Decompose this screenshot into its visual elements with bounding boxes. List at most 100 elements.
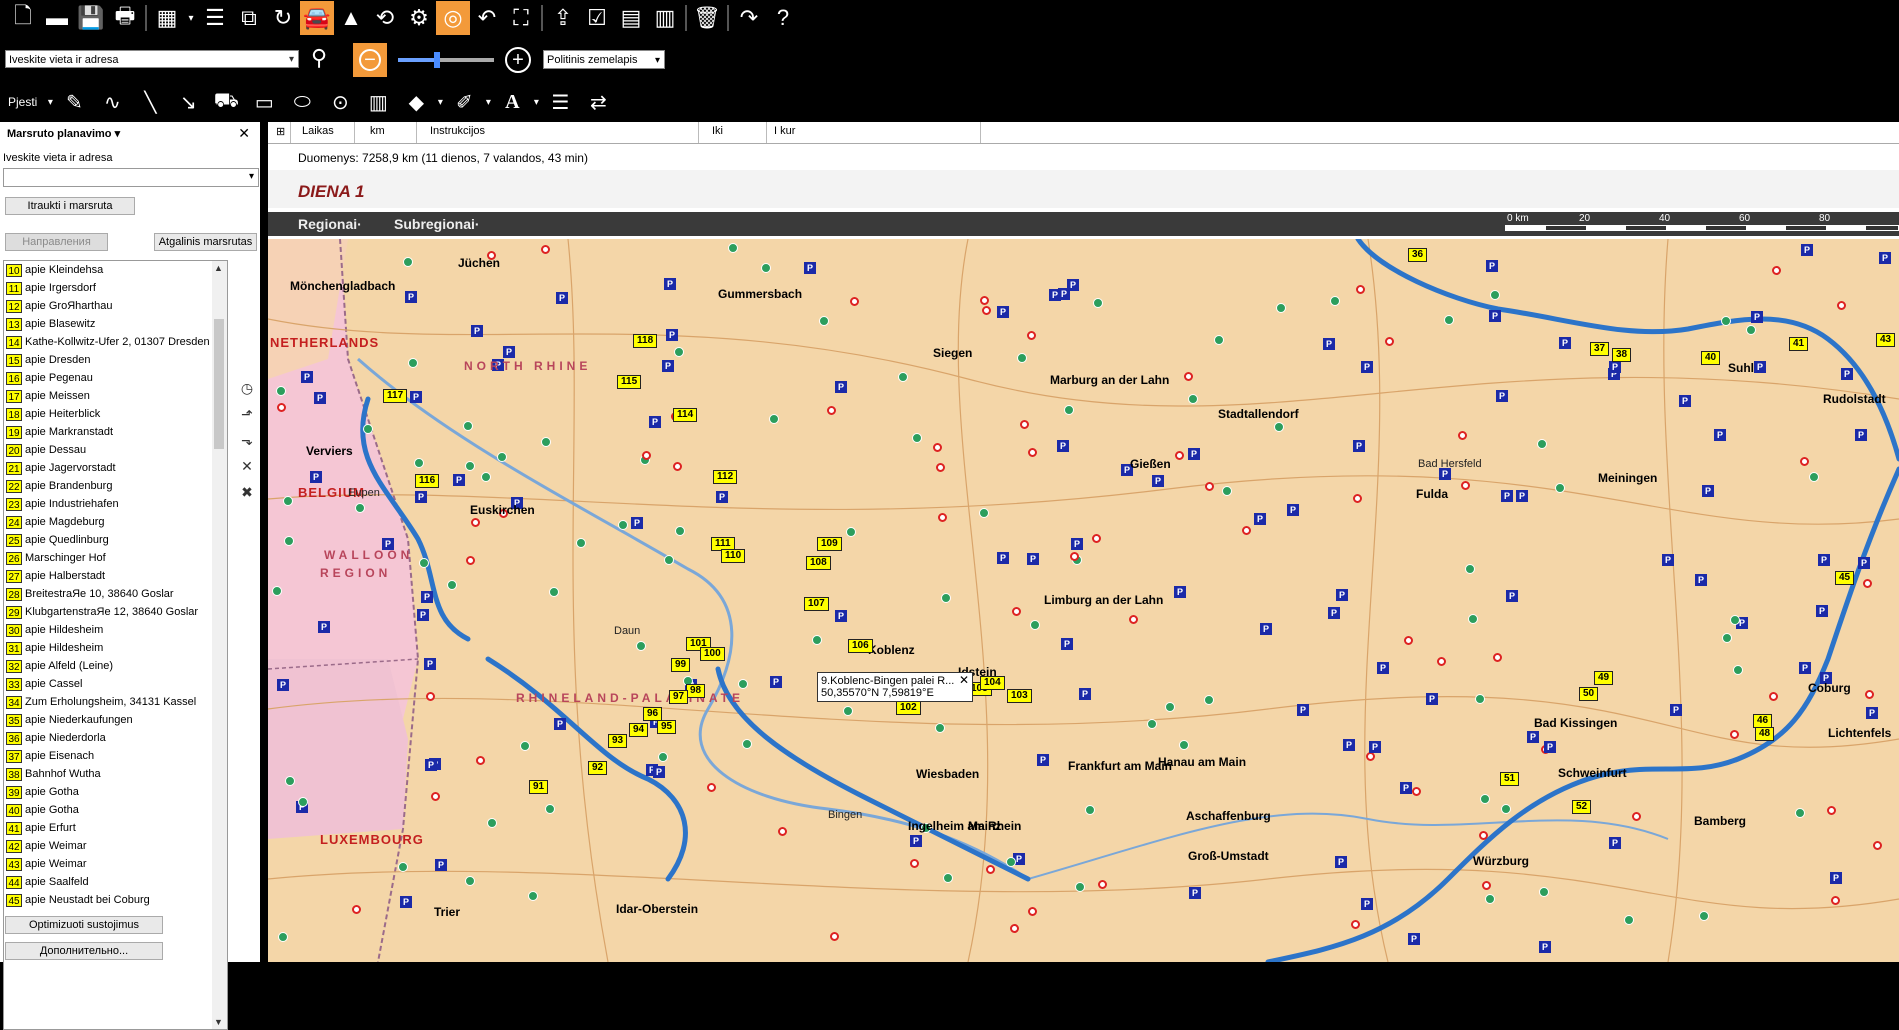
optimize-stops-button[interactable]: Optimizuoti sustojimus [5,916,163,934]
address-input[interactable]: ▾ [3,168,259,187]
barcode-icon[interactable]: ▥ [359,84,397,120]
chevron-down-icon[interactable]: ▾ [184,1,198,35]
route-marker[interactable]: 115 [617,375,642,389]
new-file-icon[interactable]: 🗋 [6,1,40,35]
delete-icon[interactable]: ✕ [236,458,258,484]
line-width-icon[interactable]: ☰ [541,84,579,120]
stop-item[interactable]: 39 apie Gotha [4,783,227,801]
route-marker[interactable]: 99 [671,658,691,672]
chevron-down-icon[interactable]: ▾ [435,84,445,120]
stop-item[interactable]: 29 KlubgartenstraЯe 12, 38640 Goslar [4,603,227,621]
search-input[interactable]: Iveskite vieta ir adresa ▾ [5,50,299,68]
route-marker[interactable]: 108 [806,556,831,570]
route-marker[interactable]: 104 [980,676,1005,690]
route-marker[interactable]: 51 [1500,772,1520,786]
stop-item[interactable]: 10 apie Kleindehsa [4,261,227,279]
open-folder-icon[interactable]: ▬ [40,1,74,35]
route-marker[interactable]: 41 [1789,337,1809,351]
zoom-in-button[interactable]: + [505,47,531,73]
stop-item[interactable]: 25 apie Quedlinburg [4,531,227,549]
route-marker[interactable]: 97 [669,690,689,704]
menu-list-icon[interactable]: ☰ [198,1,232,35]
route-marker[interactable]: 38 [1612,348,1632,362]
document-icon[interactable]: ▥ [648,1,682,35]
stop-item[interactable]: 11 apie Irgersdorf [4,279,227,297]
map-popup[interactable]: 9.Koblenc-Bingen palei R... 50,35570°N 7… [817,672,973,702]
route-marker[interactable]: 92 [588,761,608,775]
steering-wheel-icon[interactable]: ◎ [436,1,470,35]
line-color-icon[interactable]: ✐ [445,84,483,120]
zoom-slider[interactable] [398,52,494,68]
delete-all-icon[interactable]: ✖ [236,484,258,510]
scrollbar-thumb[interactable] [214,319,224,449]
chevron-down-icon[interactable]: ▾ [483,84,493,120]
stop-item[interactable]: 30 apie Hildesheim [4,621,227,639]
zoom-out-button[interactable]: − [353,43,387,77]
route-marker[interactable]: 103 [1007,689,1032,703]
expand-icon[interactable]: ⊞ [276,125,285,138]
route-marker[interactable]: 100 [700,647,725,661]
stop-item[interactable]: 34 Zum Erholungsheim, 34131 Kassel [4,693,227,711]
route-marker[interactable]: 112 [713,470,738,484]
route-search-icon[interactable]: ⟲ [368,1,402,35]
map-style-select[interactable]: Politinis zemelapis ▾ [543,50,665,69]
zoom-slider-thumb[interactable] [434,52,441,68]
search-icon[interactable]: ⚲ [311,45,337,71]
stop-item[interactable]: 37 apie Eisenach [4,747,227,765]
stop-item[interactable]: 24 apie Magdeburg [4,513,227,531]
route-marker[interactable]: 107 [804,597,829,611]
route-marker[interactable]: 98 [686,684,706,698]
route-marker[interactable]: 43 [1876,333,1896,347]
save-icon[interactable]: 💾 [74,1,108,35]
column-time[interactable]: Laikas [302,125,334,137]
stop-item[interactable]: 14 Kathe-Kollwitz-Ufer 2, 01307 Dresden [4,333,227,351]
chevron-down-icon[interactable]: ▾ [45,84,55,120]
route-marker[interactable]: 52 [1572,800,1592,814]
stop-item[interactable]: 21 apie Jagervorstadt [4,459,227,477]
route-marker[interactable]: 93 [608,734,628,748]
column-km[interactable]: km [370,125,385,137]
export-icon[interactable]: ⇪ [546,1,580,35]
stops-list[interactable]: 10 apie Kleindehsa 11 apie Irgersdorf 12 apie… [3,260,228,1030]
directions-button[interactable]: Направления [5,233,108,251]
add-to-route-button[interactable]: Itraukti i marsruta [5,197,135,215]
trash-icon[interactable]: 🗑 [690,1,724,35]
route-marker[interactable]: 91 [529,780,549,794]
chevron-down-icon[interactable]: ▾ [249,171,254,182]
stop-item[interactable]: 28 BreitestraЯe 10, 38640 Goslar [4,585,227,603]
route-marker[interactable]: 37 [1590,342,1610,356]
car-icon[interactable]: 🚘 [300,1,334,35]
rectangle-icon[interactable]: ▭ [245,84,283,120]
stop-item[interactable]: 42 apie Weimar [4,837,227,855]
text-tool-icon[interactable]: A [493,84,531,120]
close-icon[interactable]: ✕ [238,125,250,142]
line-icon[interactable]: ╲ [131,84,169,120]
route-marker[interactable]: 114 [673,408,698,422]
scroll-up-icon[interactable]: ▲ [214,263,223,273]
copy-icon[interactable]: ⧉ [232,1,266,35]
stop-item[interactable]: 12 apie GroЯharthau [4,297,227,315]
print-icon[interactable]: 🖶 [108,1,142,35]
draw-menu[interactable]: Pjesti [8,95,37,109]
close-icon[interactable]: ✕ [959,673,969,687]
stop-item[interactable]: 43 apie Weimar [4,855,227,873]
arrow-icon[interactable]: ↘ [169,84,207,120]
stop-item[interactable]: 26 Marschinger Hof [4,549,227,567]
stop-item[interactable]: 18 apie Heiterblick [4,405,227,423]
column-destination[interactable]: I kur [774,125,795,137]
route-arrow-icon[interactable]: ↻ [266,1,300,35]
route-marker[interactable]: 36 [1408,248,1428,262]
stop-item[interactable]: 19 apie Markranstadt [4,423,227,441]
stop-item[interactable]: 31 apie Hildesheim [4,639,227,657]
scroll-down-icon[interactable]: ▼ [214,1017,223,1027]
redo-icon[interactable]: ↷ [732,1,766,35]
route-marker[interactable]: 48 [1755,727,1775,741]
route-marker[interactable]: 102 [896,701,921,715]
map-view-icon[interactable]: ▦ [150,1,184,35]
column-instructions[interactable]: Instrukcijos [430,125,485,137]
column-to[interactable]: Iki [712,125,723,137]
stop-item[interactable]: 36 apie Niederdorla [4,729,227,747]
route-marker[interactable]: 49 [1594,671,1614,685]
stop-item[interactable]: 22 apie Brandenburg [4,477,227,495]
route-marker[interactable]: 40 [1701,351,1721,365]
